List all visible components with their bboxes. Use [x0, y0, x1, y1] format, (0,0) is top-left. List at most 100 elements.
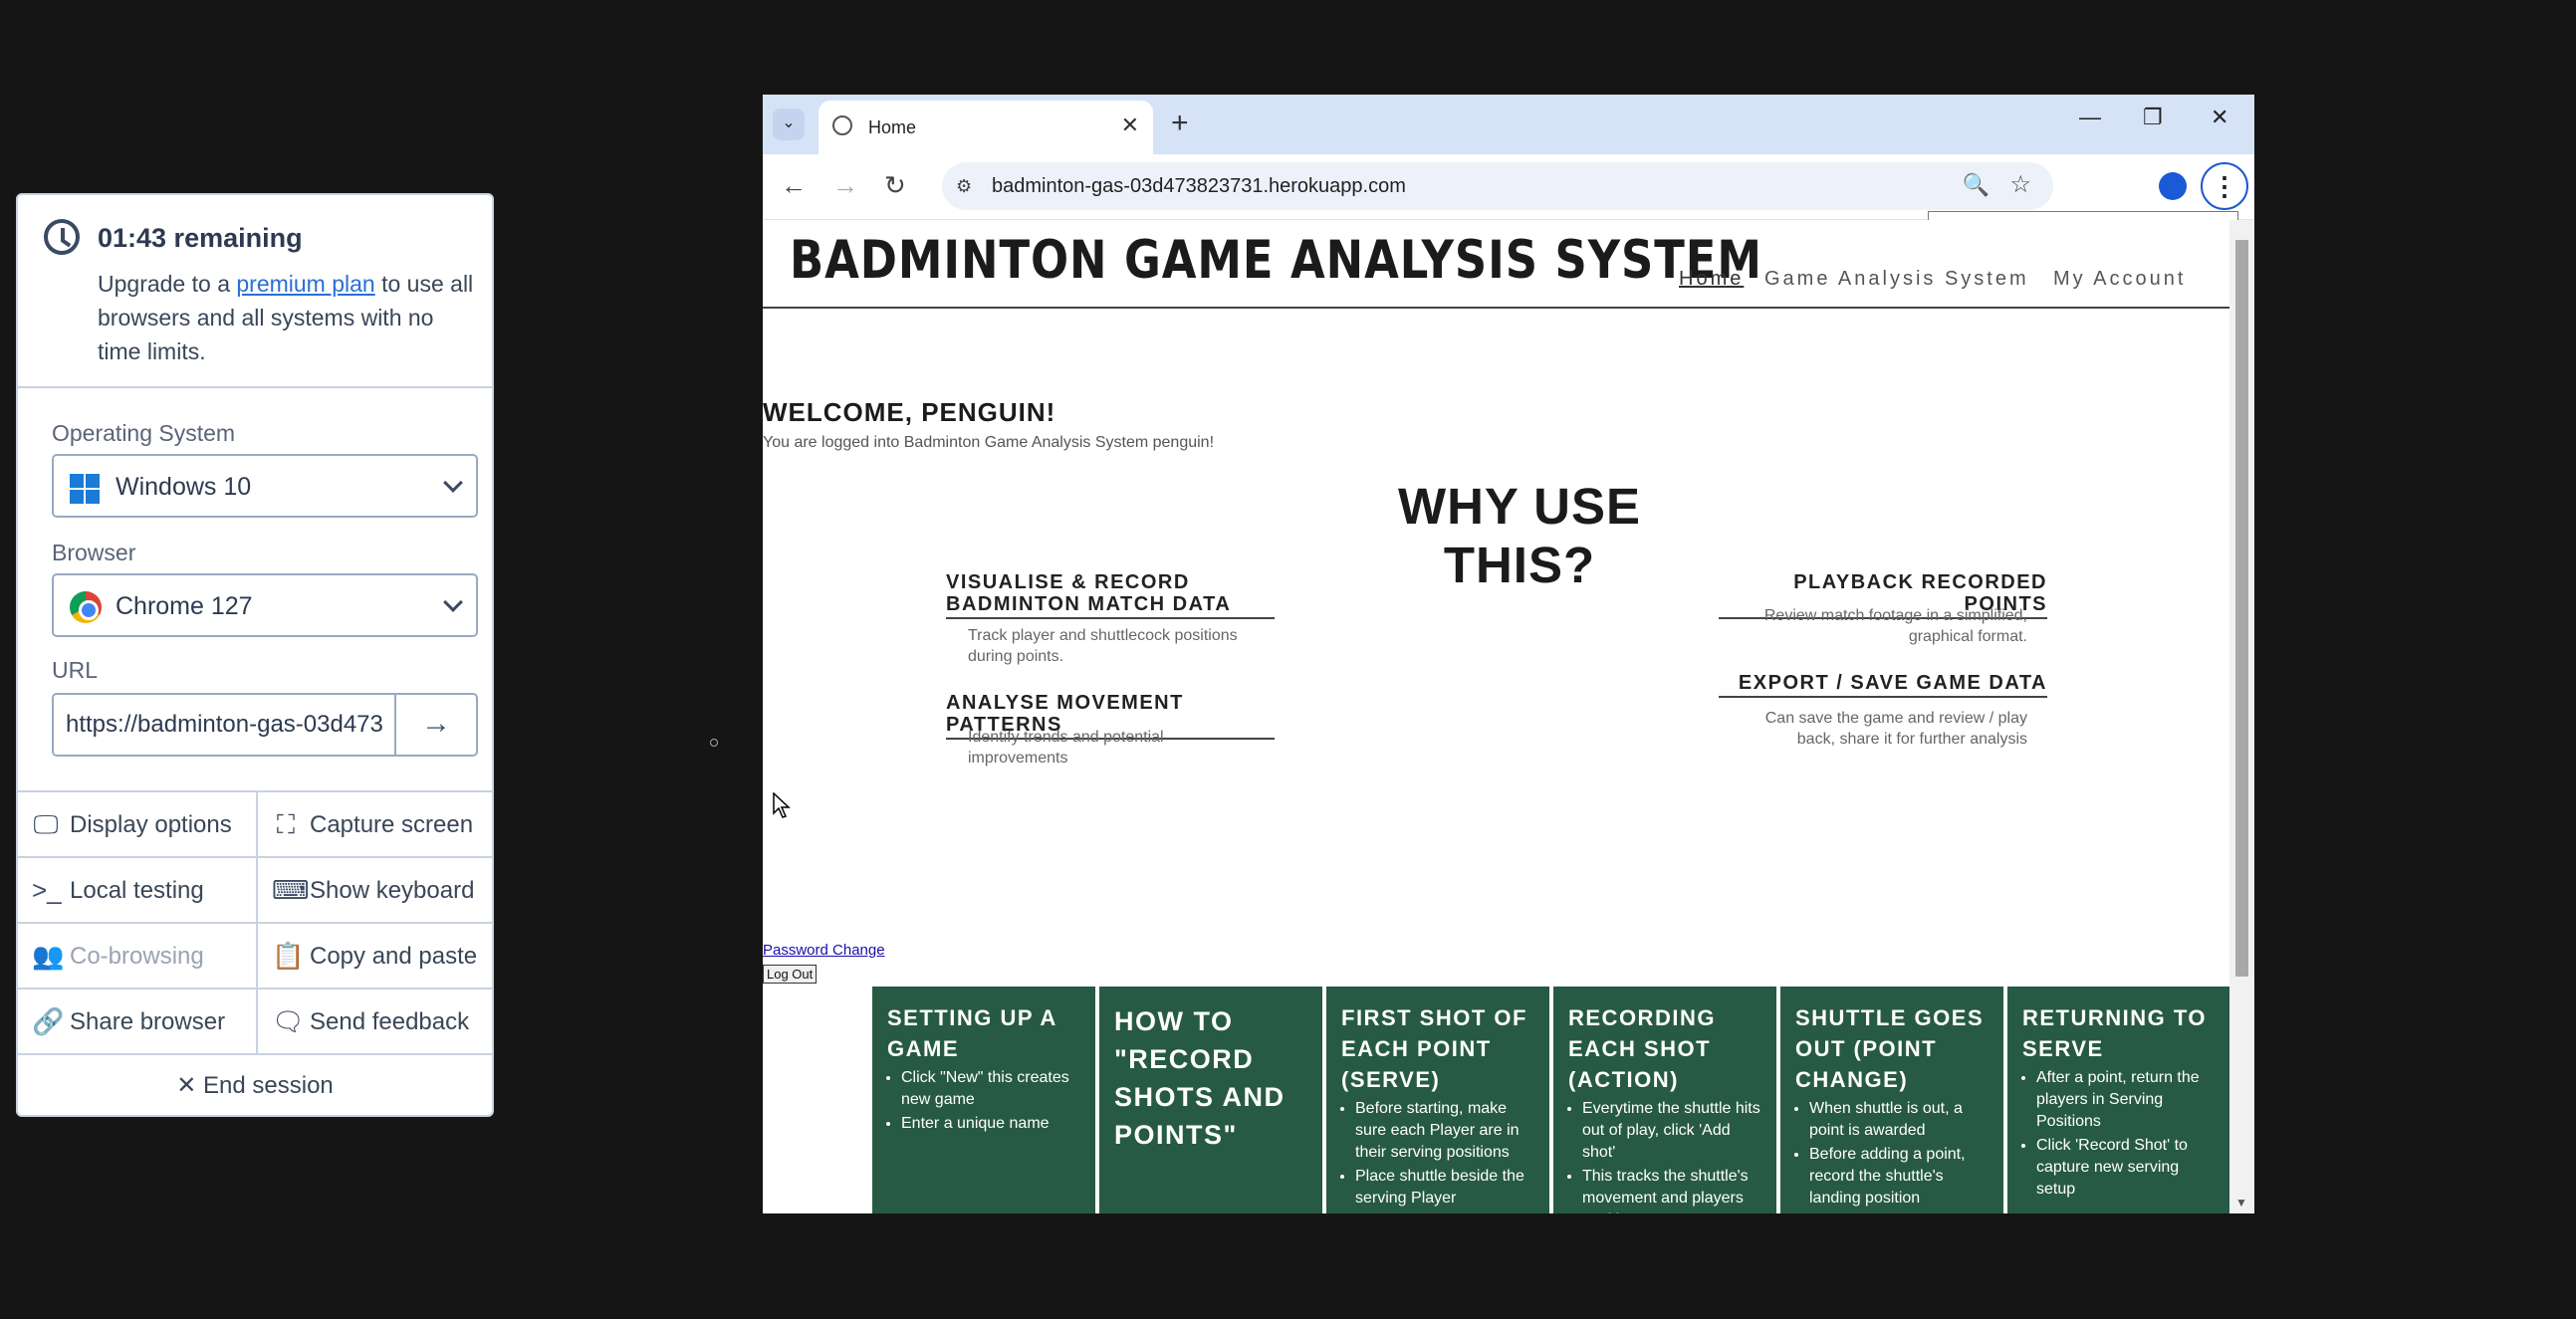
card-title: SETTING UP A GAME — [887, 1005, 1056, 1061]
tab-strip: ⌄ Home ✕ + — ❐ ✕ — [763, 95, 2254, 154]
instruction-card: HOW TO "RECORD SHOTS AND POINTS" — [1099, 987, 1322, 1213]
card-list-item: This tracks the shuttle's movement and p… — [1582, 1166, 1766, 1213]
logged-in-message: You are logged into Badminton Game Analy… — [763, 434, 1215, 451]
card-title: HOW TO "RECORD SHOTS AND POINTS" — [1114, 1006, 1286, 1150]
card-title: FIRST SHOT OF EACH POINT (SERVE) — [1341, 1005, 1527, 1092]
local-testing-button[interactable]: >_ Local testing — [18, 856, 256, 922]
remote-cursor-dot — [710, 739, 718, 747]
address-text: badminton-gas-03d473823731.herokuapp.com — [992, 175, 1406, 197]
show-keyboard-button[interactable]: ⌨ Show keyboard — [256, 856, 492, 922]
why-heading: WHY USE THIS? — [1397, 478, 1642, 593]
feature-title: VISUALISE & RECORD BADMINTON MATCH DATA — [946, 571, 1275, 619]
monitor-icon: 🖵 — [33, 809, 59, 839]
url-label: URL — [52, 657, 99, 683]
scroll-down-arrow-icon[interactable]: ▼ — [2235, 1196, 2247, 1209]
users-icon: 👥 — [32, 941, 65, 971]
header-divider — [763, 307, 2229, 309]
window-close-button[interactable]: ✕ — [2211, 105, 2228, 130]
tab-home[interactable]: Home ✕ — [819, 101, 1153, 154]
card-list-item: Enter a unique name — [901, 1113, 1085, 1135]
session-panel: 01:43 remaining Upgrade to a premium pla… — [16, 193, 494, 1117]
os-label: Operating System — [52, 420, 236, 446]
password-change-link[interactable]: Password Change — [763, 942, 885, 959]
browser-value: Chrome 127 — [116, 592, 253, 620]
site-info-icon[interactable]: ⚙ — [956, 176, 972, 197]
card-list-item: Before starting, make sure each Player a… — [1355, 1098, 1539, 1164]
chevron-down-icon — [443, 592, 463, 612]
site-title: BADMINTON GAME ANALYSIS SYSTEM — [790, 230, 1762, 291]
url-input[interactable] — [54, 695, 394, 755]
zoom-icon[interactable]: 🔍 — [1963, 172, 1990, 198]
link-icon: 🔗 — [32, 1006, 65, 1036]
close-icon: ✕ — [176, 1072, 204, 1099]
session-timer-section: 01:43 remaining Upgrade to a premium pla… — [18, 195, 492, 388]
go-arrow-button[interactable]: → — [394, 693, 478, 757]
card-list-item: Everytime the shuttle hits out of play, … — [1582, 1098, 1766, 1164]
co-browsing-button[interactable]: 👥 Co-browsing — [18, 922, 256, 988]
card-list-item: After a point, return the players in Ser… — [2036, 1067, 2221, 1133]
page-scrollbar[interactable]: ▼ — [2229, 220, 2254, 1213]
capture-screen-button[interactable]: ⛶ Capture screen — [256, 790, 492, 856]
capture-icon: ⛶ — [276, 809, 296, 839]
browser-select[interactable]: Chrome 127 — [52, 573, 478, 637]
feature-desc: Track player and shuttlecock positions d… — [968, 627, 1238, 665]
instruction-card: SHUTTLE GOES OUT (POINT CHANGE)When shut… — [1780, 987, 2003, 1213]
feature-desc: Identify trends and potential improvemen… — [968, 729, 1164, 767]
nav-home-link[interactable]: Home — [1679, 268, 1744, 291]
nav-game-analysis-link[interactable]: Game Analysis System — [1764, 268, 2029, 291]
card-list: Before starting, make sure each Player a… — [1341, 1098, 1539, 1213]
share-browser-button[interactable]: 🔗 Share browser — [18, 988, 256, 1053]
profile-avatar-icon[interactable] — [2159, 172, 2187, 200]
card-title: RETURNING TO SERVE — [2022, 1005, 2208, 1061]
chrome-menu-button[interactable]: ⋮ — [2201, 162, 2248, 210]
webpage: BADMINTON GAME ANALYSIS SYSTEM Home Game… — [763, 220, 2229, 1213]
card-list-item: Click "New" this creates new game — [901, 1067, 1085, 1111]
reload-icon[interactable]: ↻ — [884, 170, 906, 201]
url-field-wrapper — [52, 693, 396, 757]
copy-and-paste-button[interactable]: 📋 Copy and paste — [256, 922, 492, 988]
os-value: Windows 10 — [116, 473, 252, 501]
display-options-button[interactable]: 🖵 Display options — [18, 790, 256, 856]
card-list: Everytime the shuttle hits out of play, … — [1568, 1098, 1766, 1213]
card-list-item: Manually change the — [1809, 1211, 1993, 1213]
windows-icon — [70, 474, 100, 504]
end-session-button[interactable]: ✕ End session — [18, 1053, 492, 1115]
card-list-item: When shuttle is out, a point is awarded — [1809, 1098, 1993, 1142]
card-list: Click "New" this creates new gameEnter a… — [887, 1067, 1085, 1135]
instruction-card: RETURNING TO SERVE After a point, return … — [2007, 987, 2229, 1213]
nav-my-account-link[interactable]: My Account — [2053, 268, 2186, 291]
log-out-button[interactable]: Log Out — [763, 965, 818, 984]
instruction-card: RECORDING EACH SHOT (ACTION)Everytime th… — [1553, 987, 1776, 1213]
address-bar[interactable]: ⚙ badminton-gas-03d473823731.herokuapp.c… — [942, 162, 2053, 210]
tab-search-button[interactable]: ⌄ — [773, 109, 805, 140]
instruction-card: FIRST SHOT OF EACH POINT (SERVE)Before s… — [1326, 987, 1549, 1213]
clock-icon — [44, 219, 80, 255]
feedback-icon: 🗨 — [272, 1006, 306, 1036]
clipboard-icon: 📋 — [272, 941, 305, 971]
feature-desc: Can save the game and review / play back… — [1764, 710, 2027, 748]
new-tab-button[interactable]: + — [1171, 107, 1189, 140]
restore-button[interactable]: ❐ — [2143, 105, 2163, 130]
card-list-item: Place shuttle beside the serving Player — [1355, 1166, 1539, 1209]
back-arrow-icon[interactable]: ← — [781, 170, 807, 201]
keyboard-icon: ⌨ — [272, 875, 310, 905]
scrollbar-thumb[interactable] — [2235, 240, 2248, 977]
chevron-down-icon — [443, 473, 463, 493]
premium-plan-link[interactable]: premium plan — [236, 271, 374, 297]
card-title: SHUTTLE GOES OUT (POINT CHANGE) — [1795, 1005, 1985, 1092]
card-list-item: Click 'Record shot' to — [1355, 1211, 1539, 1213]
tab-close-icon[interactable]: ✕ — [1121, 112, 1139, 138]
terminal-icon: >_ — [32, 875, 62, 905]
minimize-button[interactable]: — — [2079, 105, 2101, 130]
forward-arrow-icon[interactable]: → — [832, 170, 858, 201]
card-list: When shuttle is out, a point is awardedB… — [1795, 1098, 1993, 1213]
browser-window: ⌄ Home ✕ + — ❐ ✕ ← → ↻ ⚙ badminton-gas-0… — [763, 95, 2254, 1213]
bookmark-star-icon[interactable]: ☆ — [2009, 170, 2031, 199]
os-select[interactable]: Windows 10 — [52, 454, 478, 518]
card-list-item: Before adding a point, record the shuttl… — [1809, 1144, 1993, 1209]
instruction-card: SETTING UP A GAME Click "New" this create… — [872, 987, 1095, 1213]
time-remaining: 01:43 remaining — [98, 223, 303, 253]
send-feedback-button[interactable]: 🗨 Send feedback — [256, 988, 492, 1053]
mouse-cursor-icon — [773, 791, 791, 818]
browser-label: Browser — [52, 540, 136, 565]
